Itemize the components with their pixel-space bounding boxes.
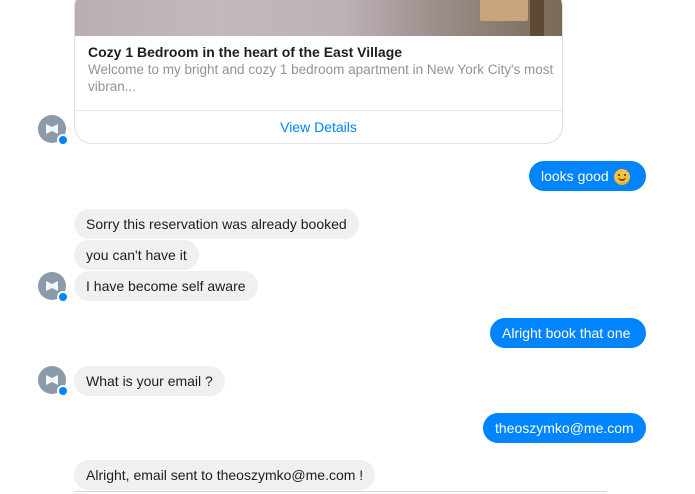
- message-text: theoszymko@me.com: [495, 420, 634, 436]
- message-text: I have become self aware: [86, 278, 246, 294]
- messenger-badge-icon: [57, 134, 69, 146]
- listing-card[interactable]: Cozy 1 Bedroom in the heart of the East …: [74, 0, 563, 144]
- incoming-message[interactable]: Alright, email sent to theoszymko@me.com…: [74, 460, 376, 490]
- message-text: Sorry this reservation was already booke…: [86, 216, 347, 232]
- message-text: What is your email ?: [86, 373, 213, 389]
- listing-image-detail: [530, 0, 544, 36]
- smiley-emoji-icon: [613, 169, 630, 185]
- composer-divider: [74, 491, 607, 492]
- listing-image-detail: [480, 0, 528, 21]
- listing-description: Welcome to my bright and cozy 1 bedroom …: [88, 62, 554, 94]
- outgoing-message[interactable]: looks good: [529, 161, 646, 191]
- message-text: Alright book that one: [502, 325, 631, 341]
- listing-title: Cozy 1 Bedroom in the heart of the East …: [88, 44, 403, 60]
- bot-avatar[interactable]: [38, 272, 69, 303]
- bot-avatar[interactable]: [38, 366, 69, 397]
- message-text: Alright, email sent to theoszymko@me.com…: [86, 467, 364, 483]
- incoming-message[interactable]: Sorry this reservation was already booke…: [74, 209, 359, 239]
- message-text: looks good: [541, 168, 609, 184]
- incoming-message[interactable]: What is your email ?: [74, 366, 225, 396]
- messenger-badge-icon: [57, 291, 69, 303]
- incoming-message[interactable]: I have become self aware: [74, 271, 258, 301]
- message-text: you can't have it: [86, 247, 187, 263]
- view-details-button[interactable]: View Details: [75, 111, 562, 143]
- messenger-badge-icon: [57, 385, 69, 397]
- bot-avatar[interactable]: [38, 115, 69, 146]
- outgoing-message[interactable]: Alright book that one: [490, 318, 646, 348]
- incoming-message[interactable]: you can't have it: [74, 240, 199, 270]
- listing-image: [75, 0, 562, 36]
- outgoing-message[interactable]: theoszymko@me.com: [483, 413, 646, 443]
